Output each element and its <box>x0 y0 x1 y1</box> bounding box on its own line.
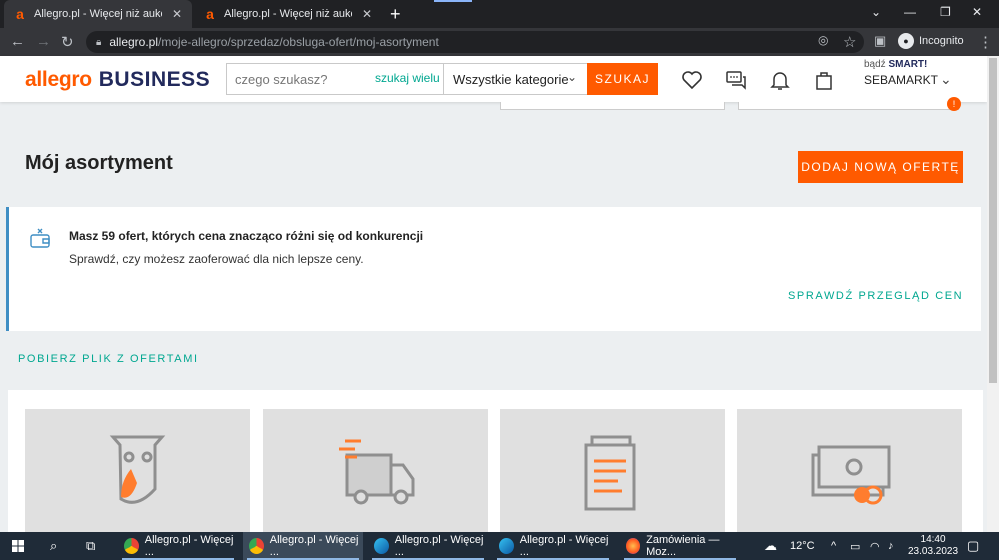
chevron-down-icon: ⌄ <box>566 70 577 84</box>
notice-heading: Masz 59 ofert, których cena znacząco róż… <box>69 229 424 243</box>
browser-toolbar: ← → ↻ 🔒︎ allegro.pl/moje-allegro/sprzeda… <box>0 28 999 56</box>
taskbar-item-label: Allegro.pl - Więcej ... <box>144 534 234 558</box>
price-notice: Masz 59 ofert, których cena znacząco róż… <box>6 207 981 331</box>
side-panel-icon[interactable]: ▣ <box>874 33 886 49</box>
taskbar-item-firefox[interactable]: Zamówienia — Moz... <box>620 532 740 560</box>
notifications-icon[interactable]: ▢ <box>967 538 979 554</box>
clock-date: 23.03.2023 <box>908 546 959 557</box>
battery-icon[interactable]: ▭ <box>850 540 860 553</box>
filter-field[interactable] <box>500 102 725 110</box>
incognito-indicator[interactable]: ● Incognito <box>898 33 964 49</box>
tab-indicator <box>434 0 472 2</box>
check-prices-link[interactable]: SPRAWDŹ PRZEGLĄD CEN <box>788 290 963 302</box>
action-card[interactable] <box>25 409 250 532</box>
allegro-favicon-icon: a <box>16 6 24 22</box>
delivery-truck-icon <box>339 439 415 505</box>
close-window-icon[interactable]: ✕ <box>972 5 982 19</box>
browser-tabstrip: a Allegro.pl - Więcej niż aukcje. Na ✕ a… <box>0 0 999 28</box>
minimize-icon[interactable]: — <box>904 5 916 19</box>
taskbar-item-label: Allegro.pl - Więcej ... <box>394 534 484 558</box>
address-bar[interactable]: 🔒︎ allegro.pl/moje-allegro/sprzedaz/obsl… <box>86 31 864 53</box>
taskbar-item-label: Allegro.pl - Więcej ... <box>269 534 359 558</box>
bookmark-star-icon[interactable]: ☆ <box>843 33 856 51</box>
allegro-favicon-icon: a <box>206 6 214 22</box>
allegro-business-logo[interactable]: allegro BUSINESS <box>25 68 210 92</box>
page-scrollbar[interactable] <box>987 56 999 532</box>
search-button[interactable]: SZUKAJ <box>587 63 658 95</box>
system-clock[interactable]: 14:40 23.03.2023 <box>908 534 958 558</box>
category-select[interactable]: Wszystkie kategorie ⌄ <box>443 63 587 95</box>
weather-cloud-icon[interactable]: ☁ <box>764 538 777 554</box>
search-icon[interactable]: ⌕ <box>50 538 57 554</box>
category-value: Wszystkie kategorie <box>453 71 569 87</box>
windows-taskbar: ⌕ ⧉ Allegro.pl - Więcej ... Allegro.pl -… <box>0 532 999 560</box>
wallet-price-icon <box>30 228 50 248</box>
new-tab-button[interactable]: + <box>390 4 401 25</box>
taskbar-item-label: Allegro.pl - Więcej ... <box>519 534 609 558</box>
back-icon[interactable]: ← <box>10 33 25 50</box>
money-icon <box>811 445 891 505</box>
url-path: /moje-allegro/sprzedaz/obsluga-ofert/moj… <box>158 35 439 49</box>
logo-business: BUSINESS <box>98 68 211 91</box>
action-card[interactable] <box>737 409 962 532</box>
chevron-up-icon[interactable]: ^ <box>831 540 836 552</box>
site-header: allegro BUSINESS szukaj wielu Wszystkie k… <box>0 56 987 102</box>
wifi-icon[interactable]: ◠ <box>870 540 880 553</box>
logo-allegro: allegro <box>25 68 92 91</box>
bell-icon[interactable] <box>768 68 792 92</box>
tab-title: Allegro.pl - Więcej niż aukcje. Na <box>224 8 352 20</box>
alert-badge: ! <box>947 97 961 111</box>
taskbar-item-edge[interactable]: Allegro.pl - Więcej ... <box>493 532 613 560</box>
smart-badge[interactable]: bądź SMART! <box>864 59 927 70</box>
firefox-icon <box>626 538 641 554</box>
edge-icon <box>499 538 514 554</box>
reload-icon[interactable]: ↻ <box>61 33 74 51</box>
actions-section <box>8 390 983 532</box>
volume-icon[interactable]: ♪ <box>888 540 894 552</box>
owl-icon <box>109 435 166 504</box>
taskbar-item-edge[interactable]: Allegro.pl - Więcej ... <box>368 532 488 560</box>
taskbar-item-label: Zamówienia — Moz... <box>646 534 720 558</box>
lock-icon: 🔒︎ <box>96 36 102 48</box>
close-tab-icon[interactable]: ✕ <box>362 7 372 21</box>
notice-text: Sprawdź, czy możesz zaoferować dla nich … <box>69 252 364 266</box>
heart-icon[interactable] <box>680 68 704 92</box>
incognito-label: Incognito <box>919 35 964 47</box>
add-offer-button[interactable]: DODAJ NOWĄ OFERTĘ <box>798 151 963 183</box>
action-card[interactable] <box>263 409 488 532</box>
incognito-icon: ● <box>898 33 914 49</box>
scrollbar-thumb[interactable] <box>989 58 997 383</box>
chrome-icon <box>249 538 264 554</box>
user-account-name[interactable]: SEBAMARKT <box>864 73 938 87</box>
documents-icon <box>584 435 636 511</box>
task-view-icon[interactable]: ⧉ <box>86 538 95 554</box>
action-card[interactable] <box>500 409 725 532</box>
browser-tab-1[interactable]: a Allegro.pl - Więcej niż aukcje. Na ✕ <box>4 0 192 28</box>
clock-time: 14:40 <box>920 534 946 545</box>
messages-icon[interactable] <box>724 68 748 92</box>
windows-start-icon[interactable] <box>12 540 24 552</box>
tab-title: Allegro.pl - Więcej niż aukcje. Na <box>34 8 162 20</box>
forward-icon[interactable]: → <box>36 33 51 50</box>
download-offers-link[interactable]: POBIERZ PLIK Z OFERTAMI <box>18 353 199 365</box>
chrome-icon <box>124 538 139 554</box>
close-tab-icon[interactable]: ✕ <box>172 7 182 21</box>
smart-prefix: bądź <box>864 59 886 70</box>
browser-tab-2[interactable]: a Allegro.pl - Więcej niż aukcje. Na ✕ <box>194 0 382 28</box>
shopping-bag-icon[interactable] <box>812 68 836 92</box>
edge-icon <box>374 538 389 554</box>
url-host: allegro.pl <box>109 35 159 49</box>
chevron-down-icon[interactable]: ⌄ <box>940 71 952 88</box>
temperature[interactable]: 12°C <box>790 540 815 552</box>
restore-icon[interactable]: ❐ <box>940 5 951 19</box>
search-many-link[interactable]: szukaj wielu <box>375 71 440 85</box>
tracking-eye-icon[interactable]: ◎ <box>818 33 828 47</box>
page-title: Mój asortyment <box>25 152 173 174</box>
tab-search-icon[interactable]: ⌄ <box>871 5 881 19</box>
taskbar-item-chrome-active[interactable]: Allegro.pl - Więcej ... <box>243 532 363 560</box>
taskbar-item-chrome[interactable]: Allegro.pl - Więcej ... <box>118 532 238 560</box>
filter-field[interactable] <box>738 102 959 110</box>
menu-kebab-icon[interactable]: ⋮ <box>978 33 993 51</box>
smart-label: SMART! <box>888 59 928 70</box>
